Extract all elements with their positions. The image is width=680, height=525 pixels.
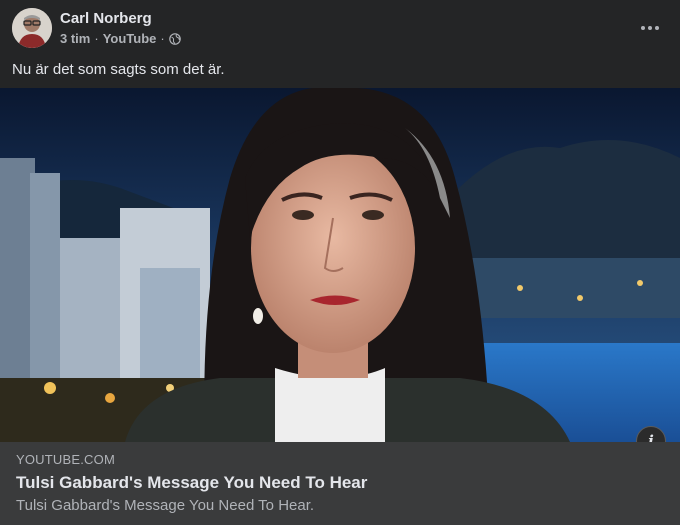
post-header: Carl Norberg 3 tim · YouTube · [0,0,680,56]
feed-post: Carl Norberg 3 tim · YouTube · Nu är det… [0,0,680,525]
post-time[interactable]: 3 tim [60,31,90,46]
post-source[interactable]: YouTube [103,31,157,46]
link-preview-card[interactable]: YOUTUBE.COM Tulsi Gabbard's Message You … [0,442,680,525]
avatar[interactable] [12,8,52,48]
post-text: Nu är det som sagts som det är. [12,61,225,78]
thumbnail-image [0,88,680,442]
meta-separator: · [94,31,99,46]
video-thumbnail[interactable] [0,88,680,442]
meta-separator-2: · [160,31,165,46]
link-description: Tulsi Gabbard's Message You Need To Hear… [16,497,315,514]
globe-icon [168,32,181,45]
link-title[interactable]: Tulsi Gabbard's Message You Need To Hear [16,473,367,493]
author-name[interactable]: Carl Norberg [60,10,152,27]
more-options-button[interactable] [632,10,668,46]
link-domain: YOUTUBE.COM [16,452,115,467]
post-meta: 3 tim · YouTube · [60,31,181,46]
more-options-icon [641,26,659,30]
